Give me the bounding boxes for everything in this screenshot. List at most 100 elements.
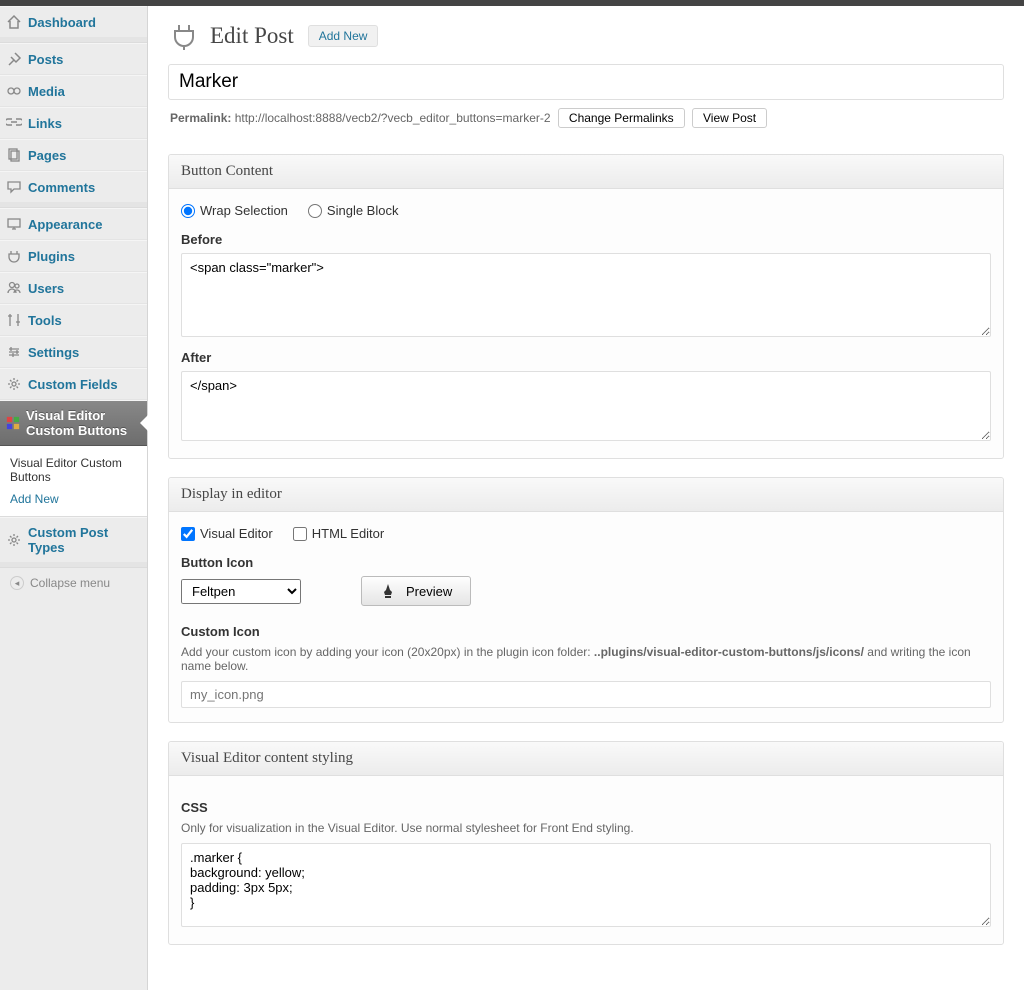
metabox-title[interactable]: Button Content	[169, 155, 1003, 189]
metabox-title[interactable]: Display in editor	[169, 478, 1003, 512]
radio-input[interactable]	[181, 204, 195, 218]
metabox-title[interactable]: Visual Editor content styling	[169, 742, 1003, 776]
sidebar-item-posts[interactable]: Posts	[0, 43, 147, 75]
content-area: Edit Post Add New Permalink: http://loca…	[148, 6, 1024, 990]
metabox-content-styling: Visual Editor content styling CSS Only f…	[168, 741, 1004, 945]
admin-sidebar: Dashboard Posts Media Links Pages	[0, 6, 148, 990]
sidebar-item-tools[interactable]: Tools	[0, 304, 147, 336]
checkbox-input[interactable]	[293, 527, 307, 541]
comment-icon	[6, 179, 22, 195]
sidebar-item-label: Plugins	[28, 249, 75, 264]
sidebar-item-dashboard[interactable]: Dashboard	[0, 6, 147, 38]
checkbox-label: Visual Editor	[200, 526, 273, 541]
css-label: CSS	[181, 800, 991, 815]
submenu-item-add-new[interactable]: Add New	[0, 488, 147, 510]
sidebar-item-label: Dashboard	[28, 15, 96, 30]
radio-label: Wrap Selection	[200, 203, 288, 218]
editor-icon	[6, 415, 20, 431]
css-hint: Only for visualization in the Visual Edi…	[181, 821, 991, 835]
feltpen-icon	[380, 583, 396, 599]
sidebar-item-label: Custom Fields	[28, 377, 118, 392]
collapse-menu[interactable]: ◂ Collapse menu	[0, 568, 147, 598]
checkbox-visual-editor[interactable]: Visual Editor	[181, 526, 273, 541]
metabox-body: Visual Editor HTML Editor Button Icon Fe…	[169, 512, 1003, 722]
sidebar-item-media[interactable]: Media	[0, 75, 147, 107]
media-icon	[6, 83, 22, 99]
users-icon	[6, 280, 22, 296]
css-textarea[interactable]	[181, 843, 991, 927]
post-title-input[interactable]	[168, 64, 1004, 100]
sidebar-item-label: Users	[28, 281, 64, 296]
page-title: Edit Post	[210, 23, 294, 49]
radio-label: Single Block	[327, 203, 399, 218]
after-textarea[interactable]	[181, 371, 991, 441]
metabox-body: CSS Only for visualization in the Visual…	[169, 776, 1003, 944]
change-permalinks-button[interactable]: Change Permalinks	[558, 108, 685, 128]
sidebar-item-plugins[interactable]: Plugins	[0, 240, 147, 272]
sidebar-item-appearance[interactable]: Appearance	[0, 208, 147, 240]
button-icon-row: Feltpen Preview	[181, 576, 991, 606]
settings-icon	[6, 344, 22, 360]
checkbox-input[interactable]	[181, 527, 195, 541]
button-icon-select[interactable]: Feltpen	[181, 579, 301, 604]
sidebar-item-label: Visual Editor Custom Buttons	[26, 408, 139, 438]
after-label: After	[181, 350, 991, 365]
custom-icon-input[interactable]	[181, 681, 991, 708]
button-icon-label: Button Icon	[181, 555, 991, 570]
metabox-button-content: Button Content Wrap Selection Single Blo…	[168, 154, 1004, 459]
collapse-arrow-icon: ◂	[10, 576, 24, 590]
sidebar-item-label: Media	[28, 84, 65, 99]
preview-button[interactable]: Preview	[361, 576, 471, 606]
content-type-radios: Wrap Selection Single Block	[181, 203, 991, 218]
house-icon	[6, 14, 22, 30]
plugin-header-icon	[168, 20, 200, 52]
sidebar-item-pages[interactable]: Pages	[0, 139, 147, 171]
sidebar-item-label: Posts	[28, 52, 63, 67]
sidebar-item-label: Comments	[28, 180, 95, 195]
hint-text: Add your custom icon by adding your icon…	[181, 645, 594, 659]
sidebar-item-label: Appearance	[28, 217, 102, 232]
metabox-body: Wrap Selection Single Block Before After	[169, 189, 1003, 458]
gear-icon	[6, 376, 22, 392]
pages-icon	[6, 147, 22, 163]
add-new-button[interactable]: Add New	[308, 25, 379, 47]
sidebar-item-visual-editor-custom-buttons[interactable]: Visual Editor Custom Buttons	[0, 400, 147, 446]
permalink-row: Permalink: http://localhost:8888/vecb2/?…	[168, 100, 1004, 136]
sidebar-item-label: Pages	[28, 148, 66, 163]
sidebar-submenu: Visual Editor Custom Buttons Add New	[0, 446, 147, 517]
pin-icon	[6, 51, 22, 67]
checkbox-html-editor[interactable]: HTML Editor	[293, 526, 384, 541]
sidebar-item-links[interactable]: Links	[0, 107, 147, 139]
radio-wrap-selection[interactable]: Wrap Selection	[181, 203, 288, 218]
tools-icon	[6, 312, 22, 328]
hint-path: ..plugins/visual-editor-custom-buttons/j…	[594, 645, 864, 659]
radio-input[interactable]	[308, 204, 322, 218]
sidebar-item-comments[interactable]: Comments	[0, 171, 147, 203]
sidebar-item-users[interactable]: Users	[0, 272, 147, 304]
sidebar-item-label: Settings	[28, 345, 79, 360]
collapse-label: Collapse menu	[30, 576, 110, 590]
preview-label: Preview	[406, 584, 452, 599]
view-post-button[interactable]: View Post	[692, 108, 767, 128]
submenu-item-vecb[interactable]: Visual Editor Custom Buttons	[0, 452, 147, 488]
main-wrap: Dashboard Posts Media Links Pages	[0, 6, 1024, 990]
appearance-icon	[6, 216, 22, 232]
permalink-label: Permalink:	[170, 111, 231, 125]
sidebar-item-custom-post-types[interactable]: Custom Post Types	[0, 517, 147, 563]
sidebar-item-custom-fields[interactable]: Custom Fields	[0, 368, 147, 400]
sidebar-item-label: Links	[28, 116, 62, 131]
page-header: Edit Post Add New	[168, 16, 1004, 64]
sidebar-item-label: Custom Post Types	[28, 525, 139, 555]
sidebar-item-label: Tools	[28, 313, 62, 328]
plugin-icon	[6, 248, 22, 264]
radio-single-block[interactable]: Single Block	[308, 203, 399, 218]
before-label: Before	[181, 232, 991, 247]
sidebar-item-settings[interactable]: Settings	[0, 336, 147, 368]
checkbox-label: HTML Editor	[312, 526, 384, 541]
custom-icon-hint: Add your custom icon by adding your icon…	[181, 645, 991, 673]
metabox-display-editor: Display in editor Visual Editor HTML Edi…	[168, 477, 1004, 723]
custom-icon-label: Custom Icon	[181, 624, 991, 639]
before-textarea[interactable]	[181, 253, 991, 337]
link-icon	[6, 115, 22, 131]
permalink-url: http://localhost:8888/vecb2/?vecb_editor…	[235, 111, 551, 125]
